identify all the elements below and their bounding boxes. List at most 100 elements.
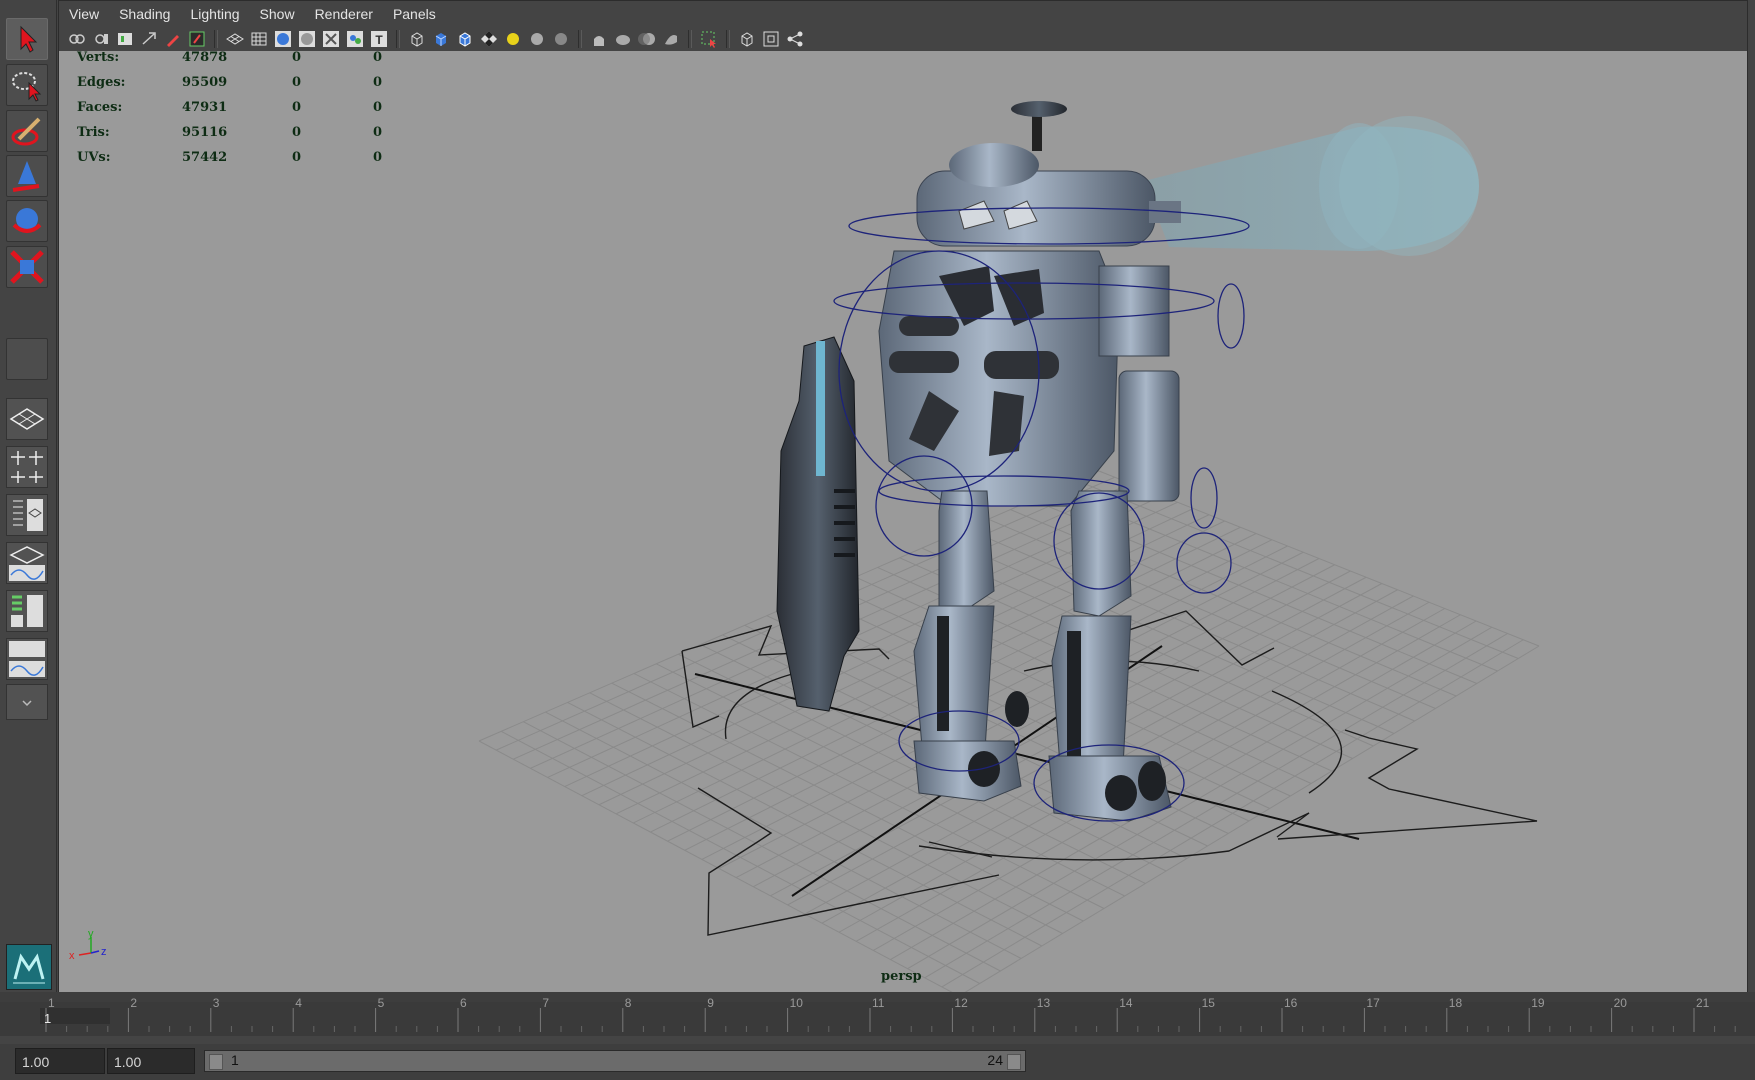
shaded-cube-button[interactable] <box>431 29 451 49</box>
frame-all-button[interactable] <box>737 29 757 49</box>
toolbar-separator <box>578 30 582 48</box>
pan-zoom-icon <box>142 32 156 45</box>
time-tick-label: 9 <box>707 996 714 1010</box>
textured-icon: T <box>371 31 387 47</box>
robot-legs <box>913 490 1172 822</box>
wireframe-cube-button[interactable] <box>407 29 427 49</box>
film-gate-button[interactable] <box>187 29 207 49</box>
grid-toggle-button[interactable] <box>225 29 245 49</box>
x-axis-line <box>78 952 92 956</box>
hud-value-component: 0 <box>373 50 383 65</box>
start-time-field[interactable]: 1.00 <box>15 1048 105 1074</box>
wireframe-button[interactable] <box>249 29 269 49</box>
hud-label: Verts: <box>77 50 120 65</box>
grid-line <box>1076 480 1519 659</box>
range-slider[interactable]: 1 24 <box>204 1050 1026 1072</box>
flat-lighting-button[interactable] <box>551 29 571 49</box>
move-tool-button[interactable] <box>6 155 48 197</box>
time-tick-label: 3 <box>213 996 220 1010</box>
hud-value-total: 95116 <box>182 125 228 140</box>
default-lighting-button[interactable] <box>527 29 547 49</box>
scale-tool-button[interactable] <box>6 246 48 288</box>
smooth-shade-icon <box>275 31 291 47</box>
paint-select-tool-button[interactable] <box>6 110 48 152</box>
persp-graph-2-layout-button[interactable] <box>6 638 48 680</box>
time-tick-label: 11 <box>872 996 885 1010</box>
image-plane-button[interactable] <box>115 29 135 49</box>
range-end-handle[interactable] <box>1007 1054 1021 1070</box>
toolbar-separator <box>214 30 218 48</box>
menu-lighting[interactable]: Lighting <box>190 6 239 22</box>
lasso-tool-icon <box>12 72 42 102</box>
motion-blur-icon <box>638 33 655 45</box>
symmetry-button[interactable] <box>785 29 805 49</box>
time-tick-label: 15 <box>1202 996 1216 1010</box>
two-d-pan-zoom-button[interactable] <box>139 29 159 49</box>
time-tick-label: 13 <box>1037 996 1051 1010</box>
checker-texture-button[interactable] <box>479 29 499 49</box>
maya-logo[interactable] <box>6 944 52 990</box>
graph-layout-2-icon <box>9 641 45 677</box>
menu-view[interactable]: View <box>69 6 99 22</box>
hypershade-layout-button[interactable] <box>6 590 48 632</box>
default-material-button[interactable] <box>297 29 317 49</box>
default-light-icon <box>531 33 543 45</box>
robot-torso <box>878 200 1180 507</box>
anti-aliasing-button[interactable] <box>661 29 681 49</box>
frame-selected-button[interactable] <box>761 29 781 49</box>
time-slider[interactable]: 1 2 3 4 5 6 7 8 9 10 11 12 13 14 15 16 17 18 19 20 21 1 <box>0 992 1755 1036</box>
xray-button[interactable] <box>321 29 341 49</box>
smooth-shade-button[interactable] <box>273 29 293 49</box>
layout-menu-button[interactable] <box>6 684 48 720</box>
grid-line <box>964 645 1540 992</box>
hud-value-selected: 0 <box>292 125 302 140</box>
paint-select-tool-icon <box>11 117 41 146</box>
menu-shading[interactable]: Shading <box>119 6 170 22</box>
frame-selected-icon <box>763 31 779 47</box>
robot-head <box>916 101 1181 247</box>
ambient-occlusion-button[interactable] <box>613 29 633 49</box>
last-tool-button[interactable] <box>6 338 48 380</box>
persp-graph-layout-button[interactable] <box>6 542 48 584</box>
rotate-tool-icon <box>12 208 42 233</box>
frame-all-icon <box>741 32 753 47</box>
camera-attributes-button[interactable] <box>67 29 87 49</box>
motion-blur-button[interactable] <box>637 29 657 49</box>
poly-count-hud: Verts: 47878 0 0 Edges: 95509 0 0 Faces:… <box>77 50 397 175</box>
use-all-lights-button[interactable] <box>503 29 523 49</box>
rotate-tool-button[interactable] <box>6 200 48 242</box>
menu-show[interactable]: Show <box>260 6 295 22</box>
menu-renderer[interactable]: Renderer <box>315 6 373 22</box>
outliner-persp-layout-button[interactable] <box>6 494 48 536</box>
grease-pencil-button[interactable] <box>163 29 183 49</box>
robot-gun <box>776 336 860 712</box>
single-perspective-layout-button[interactable] <box>6 398 48 440</box>
hud-value-component: 0 <box>373 75 383 90</box>
anim-start-field[interactable]: 1.00 <box>107 1048 195 1074</box>
four-view-layout-button[interactable] <box>6 446 48 488</box>
time-tick-label: 16 <box>1284 996 1298 1010</box>
current-frame-label: 1 <box>44 1011 51 1026</box>
select-camera-button[interactable] <box>699 29 719 49</box>
chevron-down-icon <box>22 700 32 707</box>
toolbar-separator <box>688 30 692 48</box>
lasso-tool-button[interactable] <box>6 64 48 106</box>
grease-pencil-icon <box>167 35 179 47</box>
hud-value-selected: 0 <box>292 50 302 65</box>
light-bulb-icon <box>507 33 519 45</box>
select-tool-button[interactable] <box>6 18 48 60</box>
shadows-icon <box>347 31 363 47</box>
isolate-select-button[interactable] <box>589 29 609 49</box>
svg-text:T: T <box>375 33 383 47</box>
viewport-scene[interactable] <box>59 51 1747 992</box>
shadows-button[interactable] <box>345 29 365 49</box>
range-start-handle[interactable] <box>209 1054 223 1070</box>
wire-on-shaded-icon <box>459 32 471 47</box>
select-tool-icon <box>20 25 38 53</box>
hud-value-selected: 0 <box>292 100 302 115</box>
textured-button[interactable]: T <box>369 29 389 49</box>
wireframe-on-shaded-button[interactable] <box>455 29 475 49</box>
time-tick-label: 7 <box>542 996 549 1010</box>
camera-bookmark-button[interactable] <box>91 29 111 49</box>
menu-panels[interactable]: Panels <box>393 6 436 22</box>
